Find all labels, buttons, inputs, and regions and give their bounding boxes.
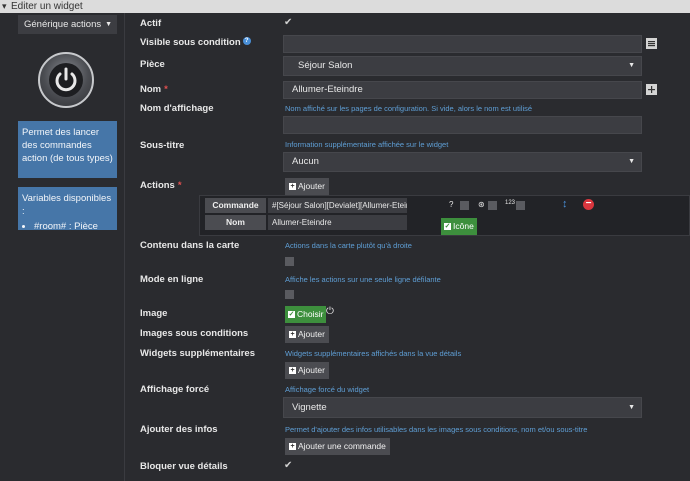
choose-image-label: Choisir [297,309,324,319]
variables-box: Variables disponibles : #room# : Pièce [18,187,117,233]
infos-hint: Permet d'ajouter des infos utilisables d… [285,425,588,434]
caret-down-icon: ▼ [628,158,635,165]
add-command-button[interactable]: + Ajouter une commande [285,438,390,455]
visible-label: Visible sous condition? [140,37,251,48]
mode-ligne-checkbox[interactable] [285,290,294,299]
widgets-supp-hint: Widgets supplémentaires affichés dans la… [285,349,462,358]
count-checkbox[interactable] [516,201,525,210]
sous-titre-hint: Information supplémentaire affichée sur … [285,140,449,149]
commande-input[interactable]: #[Séjour Salon][Devialet][Allumer-Eteind… [268,198,407,213]
plus-icon: + [289,443,296,451]
visible-label-text: Visible sous condition [140,37,241,48]
add-image-cond-label: Ajouter [298,329,325,339]
choose-image-button[interactable]: ✓ Choisir [285,306,327,323]
contenu-label: Contenu dans la carte [140,240,240,251]
sous-titre-value: Aucun [292,156,319,167]
mode-ligne-hint: Affiche les actions sur une seule ligne … [285,275,441,284]
power-icon: ⏻ [326,306,334,317]
confirm-checkbox[interactable] [460,201,469,210]
contenu-checkbox[interactable] [285,257,294,266]
window-title: Editer un widget [11,1,83,12]
power-symbol-icon [55,67,77,92]
nom-affichage-input[interactable] [283,116,642,134]
plus-icon: + [289,183,296,191]
add-command-label: Ajouter une commande [298,441,386,451]
caret-down-icon: ▼ [628,404,635,411]
affichage-select[interactable]: Vignette ▼ [283,397,642,418]
sous-titre-label: Sous-titre [140,140,185,151]
nom-label-text: Nom [140,84,162,95]
lock-checkbox[interactable] [488,201,497,210]
nom-label: Nom * [140,84,168,95]
affichage-value: Vignette [292,402,327,413]
plus-icon: + [289,331,296,339]
help-circle-icon: ? [449,200,454,209]
icone-label: Icône [453,221,474,231]
nom-affichage-hint: Nom affiché sur les pages de configurati… [285,104,533,113]
help-icon[interactable]: ? [242,37,251,45]
widget-description-box: Permet des lancer des commandes action (… [18,121,117,178]
actions-label-text: Actions [140,180,175,191]
checkbox-icon: ✓ [288,311,295,319]
nom-affichage-label: Nom d'affichage [140,103,214,114]
variable-item: #room# : Pièce [34,220,113,233]
mode-ligne-label: Mode en ligne [140,274,204,285]
caret-down-icon: ▼ [105,21,112,28]
images-cond-label: Images sous conditions [140,328,249,339]
nom-action-label: Nom [205,215,266,230]
add-image-cond-button[interactable]: + Ajouter [285,326,329,343]
piece-label: Pièce [140,59,165,70]
variables-list: #room# : Pièce [22,220,113,233]
bloquer-label: Bloquer vue détails [140,461,228,472]
add-widget-label: Ajouter [298,365,325,375]
image-label: Image [140,308,168,319]
add-action-label: Ajouter [298,181,325,191]
lock-icon: ⊛ [478,200,485,209]
piece-value: Séjour Salon [298,60,353,71]
affichage-hint: Affichage forcé du widget [285,385,370,394]
infos-label: Ajouter des infos [140,424,218,435]
add-action-button[interactable]: + Ajouter [285,178,329,195]
widget-type-label: Générique actions [24,19,102,30]
nom-input[interactable]: Allumer-Eteindre [283,81,642,99]
required-marker: * [164,84,168,95]
plus-icon[interactable] [646,84,657,95]
actif-checkbox[interactable]: ✔ [284,17,292,28]
piece-select[interactable]: Séjour Salon ▼ [283,56,642,76]
window-title-bar: ▾ Editer un widget [0,0,690,13]
required-marker: * [177,180,182,191]
add-widget-button[interactable]: + Ajouter [285,362,329,379]
widget-type-select[interactable]: Générique actions ▼ [18,15,117,34]
checkbox-icon: ✓ [444,223,451,231]
count-icon: 123 [505,200,516,206]
widgets-supp-label: Widgets supplémentaires [140,348,255,359]
actions-label: Actions * [140,180,182,191]
power-icon [38,52,94,108]
chevron-down-icon[interactable]: ▾ [2,0,7,13]
widget-description: Permet des lancer des commandes action (… [22,127,113,164]
list-select-icon[interactable] [646,38,657,49]
commande-label: Commande [205,198,266,213]
contenu-hint: Actions dans la carte plutôt qu'à droite [285,241,412,250]
affichage-label: Affichage forcé [140,384,210,395]
nom-action-input[interactable]: Allumer-Eteindre [268,215,407,230]
move-vertical-icon[interactable]: ↕ [562,198,568,210]
actif-label: Actif [140,18,162,29]
visible-condition-input[interactable] [283,35,642,53]
caret-down-icon: ▼ [628,62,635,69]
sous-titre-select[interactable]: Aucun ▼ [283,152,642,172]
bloquer-checkbox[interactable]: ✔ [284,460,292,471]
plus-icon: + [289,367,296,375]
icone-button[interactable]: ✓ Icône [441,218,477,235]
remove-action-icon[interactable]: − [583,199,594,210]
variables-title: Variables disponibles : [22,193,112,217]
